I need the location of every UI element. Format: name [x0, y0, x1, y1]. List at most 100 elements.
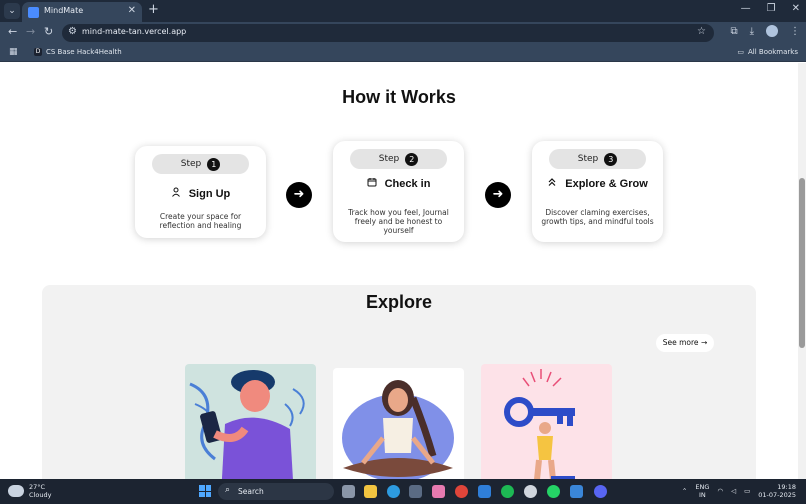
step-number: 3: [604, 152, 618, 166]
step-card-sign-up: Step 1 Sign Up Create your space for ref…: [135, 146, 266, 238]
menu-kebab-icon[interactable]: ⋮: [790, 26, 800, 37]
page-viewport: How it Works Step 1 Sign Up Create your …: [0, 63, 798, 479]
close-window-icon[interactable]: ✕: [792, 3, 800, 14]
language-code: ENG: [695, 483, 710, 491]
see-more-label: See more: [662, 338, 699, 347]
new-tab-icon[interactable]: +: [148, 2, 159, 17]
system-tray: ⌃ ENG IN ◠ ◁ ▭ 19:18 01-07-2025: [682, 483, 796, 499]
clock[interactable]: 19:18 01-07-2025: [758, 483, 796, 499]
calendar-icon: [367, 177, 377, 190]
weather-temp: 27°C: [29, 483, 46, 491]
edge-icon[interactable]: [387, 485, 400, 498]
weather-condition: Cloudy: [29, 491, 52, 499]
profile-avatar[interactable]: [766, 25, 778, 37]
cloud-icon: [8, 485, 24, 497]
all-bookmarks-button[interactable]: ▭ All Bookmarks: [737, 48, 798, 56]
step-pill: Step 1: [152, 154, 249, 174]
arrow-right-icon: ➜: [485, 182, 511, 208]
region-code: IN: [698, 491, 706, 499]
chatgpt-icon[interactable]: [524, 485, 537, 498]
weather-widget[interactable]: 27°C Cloudy: [8, 483, 51, 499]
restore-icon[interactable]: ❐: [767, 3, 776, 14]
step-description: Discover claming exercises, growth tips,…: [541, 208, 654, 226]
windows-start-icon[interactable]: [199, 485, 211, 497]
step-label: Step: [378, 154, 400, 164]
whatsapp-icon[interactable]: [547, 485, 560, 498]
step-number: 1: [207, 157, 221, 171]
language-indicator[interactable]: ENG IN: [695, 483, 709, 499]
chevrons-up-icon: [547, 177, 557, 190]
snipping-tool-icon[interactable]: [570, 485, 583, 498]
site-info-icon[interactable]: ⚙: [68, 26, 77, 37]
step-heading: Check in: [333, 177, 464, 190]
bookmark-item[interactable]: D CS Base Hack4Health: [34, 48, 122, 56]
step-card-explore-grow: Step 3 Explore & Grow Discover claming e…: [532, 141, 663, 242]
download-icon[interactable]: ⤓: [750, 26, 754, 37]
explore-card-image-key[interactable]: [481, 364, 612, 479]
tab-close-icon[interactable]: ✕: [128, 5, 136, 16]
see-more-button[interactable]: See more →: [656, 334, 714, 352]
toolbar-actions: ⧉ ⤓ ⋮: [730, 25, 800, 37]
bookmarks-bar: ▦ D CS Base Hack4Health ▭ All Bookmarks: [0, 44, 806, 62]
page-scrollbar[interactable]: [798, 63, 806, 479]
step-pill: Step 3: [549, 149, 646, 169]
explore-card-image-meditation[interactable]: [333, 368, 464, 479]
chevron-up-icon[interactable]: ⌃: [682, 487, 687, 495]
step-heading: Explore & Grow: [532, 177, 663, 190]
tab-title: MindMate: [44, 6, 84, 15]
copilot-icon[interactable]: [432, 485, 445, 498]
battery-icon[interactable]: ▭: [744, 487, 750, 495]
address-bar[interactable]: ⚙ mind-mate-tan.vercel.app ☆: [62, 24, 714, 42]
step-card-check-in: Step 2 Check in Track how you feel, Jour…: [333, 141, 464, 242]
browser-tab[interactable]: MindMate ✕: [22, 2, 142, 22]
browser-tab-bar: ⌄ MindMate ✕ + — ❐ ✕: [0, 0, 806, 22]
windows-taskbar: 27°C Cloudy ⌕ Search ⌃ ENG IN ◠ ◁ ▭ 19:1…: [0, 479, 806, 504]
discord-icon[interactable]: [594, 485, 607, 498]
arrow-right-icon: →: [700, 338, 708, 347]
step-heading: Sign Up: [135, 187, 266, 200]
step-label: Step: [180, 159, 202, 169]
apps-grid-icon[interactable]: ▦: [9, 47, 18, 57]
clock-date: 01-07-2025: [758, 491, 796, 499]
store-icon[interactable]: [409, 485, 422, 498]
file-explorer-icon[interactable]: [364, 485, 377, 498]
weather-text: 27°C Cloudy: [29, 483, 51, 499]
explore-card-image-phone[interactable]: [185, 364, 316, 479]
explore-section: Explore See more →: [42, 285, 756, 479]
back-icon[interactable]: ←: [8, 25, 17, 38]
step-pill: Step 2: [350, 149, 447, 169]
search-icon: ⌕: [225, 485, 231, 495]
vscode-icon[interactable]: [478, 485, 491, 498]
task-view-icon[interactable]: [342, 485, 355, 498]
explore-title: Explore: [365, 292, 433, 312]
step-title: Sign Up: [188, 187, 231, 200]
arrow-right-icon: ➜: [286, 182, 312, 208]
window-controls: — ❐ ✕: [741, 3, 800, 14]
step-label: Step: [577, 154, 599, 164]
reload-icon[interactable]: ↻: [44, 25, 53, 38]
scrollbar-thumb[interactable]: [799, 178, 805, 348]
wifi-icon[interactable]: ◠: [717, 487, 723, 495]
search-label: Search: [238, 487, 264, 496]
user-icon: [171, 187, 181, 200]
chrome-icon[interactable]: [455, 485, 468, 498]
extensions-icon[interactable]: ⧉: [730, 26, 737, 37]
step-description: Track how you feel, Journal freely and b…: [348, 208, 449, 235]
step-title: Explore & Grow: [565, 177, 648, 190]
spotify-icon[interactable]: [501, 485, 514, 498]
bookmark-favicon-icon: D: [34, 48, 42, 56]
bookmark-star-icon[interactable]: ☆: [697, 26, 706, 37]
tab-search-dropdown-icon[interactable]: ⌄: [4, 3, 20, 19]
address-url[interactable]: mind-mate-tan.vercel.app: [82, 27, 186, 36]
forward-icon[interactable]: →: [26, 25, 35, 38]
bookmark-label: CS Base Hack4Health: [46, 48, 122, 56]
folder-icon: ▭: [737, 48, 744, 56]
step-title: Check in: [384, 177, 431, 190]
all-bookmarks-label: All Bookmarks: [747, 48, 798, 56]
minimize-icon[interactable]: —: [741, 3, 751, 14]
tab-favicon-icon: [28, 7, 39, 18]
browser-toolbar: ← → ↻ ⚙ mind-mate-tan.vercel.app ☆ ⧉ ⤓ ⋮: [0, 22, 806, 44]
volume-icon[interactable]: ◁: [731, 487, 736, 495]
step-number: 2: [405, 152, 419, 166]
taskbar-search[interactable]: ⌕ Search: [218, 483, 334, 500]
